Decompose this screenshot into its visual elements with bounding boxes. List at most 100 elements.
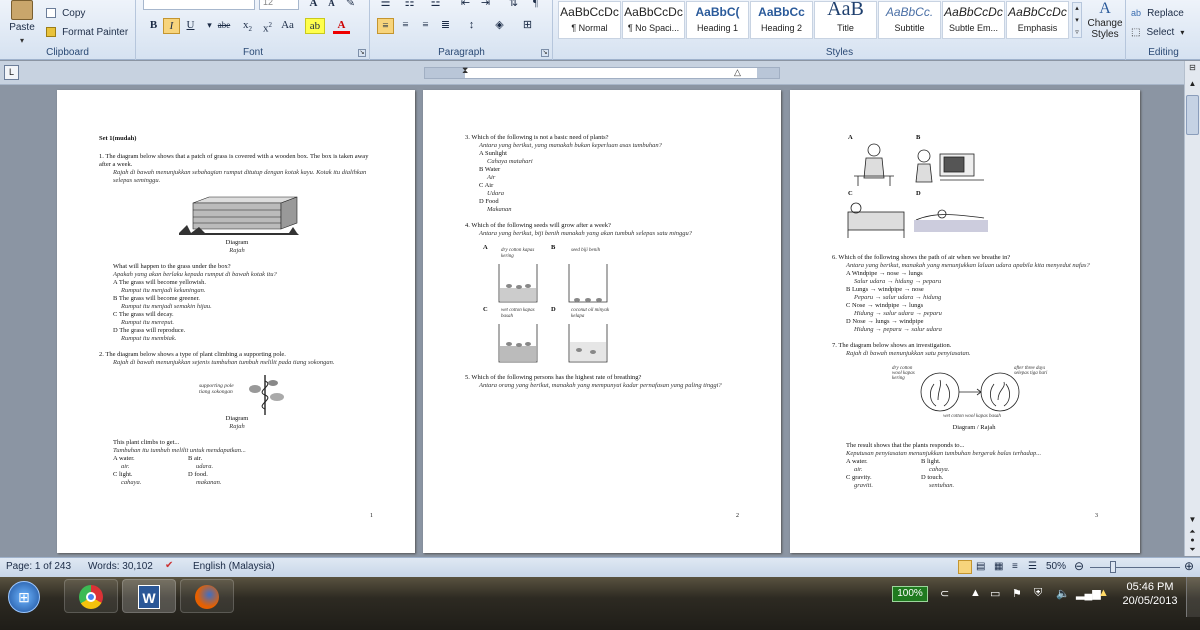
page-number: 3: [1095, 513, 1098, 519]
word-count[interactable]: Words: 30,102: [88, 561, 153, 572]
print-layout-icon[interactable]: [958, 560, 972, 574]
speaker-icon[interactable]: 🔈: [1056, 587, 1070, 600]
zoom-slider-thumb[interactable]: [1110, 561, 1116, 573]
font-size-field[interactable]: 12: [259, 0, 299, 10]
option-text: C gravity.: [846, 474, 872, 481]
zoom-slider[interactable]: [1090, 567, 1180, 568]
style-item[interactable]: AaBbC(Heading 1: [686, 1, 749, 39]
decrease-indent-icon[interactable]: ⇤: [457, 0, 474, 12]
taskbar-word[interactable]: W: [122, 579, 176, 613]
show-hidden-icons[interactable]: ▲: [970, 587, 981, 599]
shading-icon[interactable]: ◈: [491, 18, 508, 34]
scroll-down-icon[interactable]: ▼: [1186, 515, 1199, 525]
subscript-button[interactable]: x2: [239, 18, 256, 34]
shrink-font-button[interactable]: A: [323, 0, 340, 12]
network-signal-icon[interactable]: ▂▄▆: [1076, 587, 1101, 600]
align-left-icon[interactable]: ≡: [377, 18, 394, 34]
chevron-down-icon[interactable]: ▾: [4, 36, 40, 45]
battery-indicator[interactable]: 100%: [892, 586, 928, 602]
ruler-toggle-icon[interactable]: ⊟: [1186, 63, 1199, 75]
start-button[interactable]: ⊞: [8, 581, 40, 613]
numbering-icon[interactable]: ☷: [401, 0, 418, 12]
show-formatting-icon[interactable]: ¶: [527, 0, 544, 12]
bullets-icon[interactable]: ☰: [377, 0, 394, 12]
page-count[interactable]: Page: 1 of 243: [6, 561, 71, 572]
style-item[interactable]: AaBbCcDc Subtle Em...: [942, 1, 1005, 39]
underline-button[interactable]: U: [182, 18, 199, 34]
sort-icon[interactable]: ⇅: [505, 0, 522, 12]
ruler-left-margin: [425, 68, 465, 78]
style-item[interactable]: AaBbCc. Subtitle: [878, 1, 941, 39]
paste-button[interactable]: Paste ▾: [4, 0, 40, 45]
clock-date: 20/05/2013: [1122, 595, 1178, 607]
screen-icon[interactable]: ▭: [990, 587, 1000, 600]
copy-button[interactable]: Copy: [46, 6, 88, 22]
select-button[interactable]: ⬚ Select ▾: [1131, 25, 1184, 41]
italic-button[interactable]: I: [163, 18, 180, 34]
replace-button[interactable]: ab Replace: [1131, 6, 1187, 22]
justify-icon[interactable]: ≣: [437, 18, 454, 34]
language-indicator[interactable]: English (Malaysia): [193, 561, 275, 572]
document-page-1[interactable]: Set 1(mudah) 1. The diagram below shows …: [57, 90, 415, 553]
font-name-field[interactable]: [143, 0, 255, 10]
multilevel-list-icon[interactable]: ☲: [427, 0, 444, 12]
flag-icon[interactable]: ⚑: [1012, 587, 1022, 600]
taskbar-firefox[interactable]: [180, 579, 234, 613]
taskbar-chrome[interactable]: [64, 579, 118, 613]
paragraph-dialog-launcher[interactable]: ↘: [541, 49, 549, 57]
change-styles-button[interactable]: A Change Styles: [1085, 0, 1125, 44]
style-item[interactable]: AaBbCcDc ¶ No Spaci...: [622, 1, 685, 39]
show-desktop-button[interactable]: [1186, 577, 1200, 617]
previous-page-icon[interactable]: ⏶: [1186, 527, 1199, 537]
security-icon[interactable]: ⛨: [1034, 587, 1042, 600]
highlight-icon[interactable]: ab: [305, 18, 325, 34]
style-item[interactable]: AaBbCcDc Emphasis: [1006, 1, 1069, 39]
web-layout-icon[interactable]: ▦: [994, 561, 1003, 572]
font-size-value: 12: [263, 0, 274, 7]
style-item[interactable]: AaBbCc Heading 2: [750, 1, 813, 39]
horizontal-ruler[interactable]: L ⧗ △: [0, 61, 1200, 85]
vertical-scrollbar[interactable]: ⊟ ▲ ▼ ⏶ ● ⏷: [1184, 61, 1200, 556]
next-page-icon[interactable]: ⏷: [1186, 545, 1199, 555]
option-text-malay: cahaya.: [929, 466, 950, 473]
document-page-3[interactable]: A B C D 6. Which of the following shows …: [790, 90, 1140, 553]
power-icon[interactable]: ⊂: [940, 587, 949, 600]
full-screen-icon[interactable]: ▤: [976, 561, 985, 572]
gallery-scroll[interactable]: ▴ ▾ ▿: [1072, 2, 1082, 38]
borders-icon[interactable]: ⊞: [519, 18, 536, 34]
seed-beakers-image: A B C D dry cotton kapas kering seed bij…: [465, 244, 741, 368]
outline-icon[interactable]: ≡: [1012, 561, 1018, 572]
font-color-icon[interactable]: A: [333, 18, 350, 34]
align-right-icon[interactable]: ≡: [417, 18, 434, 34]
browse-object-icon[interactable]: ●: [1186, 537, 1199, 545]
proofing-icon[interactable]: ✔: [165, 560, 173, 571]
zoom-in-icon[interactable]: ⊕: [1184, 559, 1194, 573]
clock[interactable]: 05:46 PM 20/05/2013: [1120, 580, 1180, 608]
word-icon: W: [138, 585, 160, 609]
right-indent-marker-icon[interactable]: △: [734, 67, 741, 78]
style-item[interactable]: AaB Title: [814, 0, 877, 39]
style-item[interactable]: AaBbCcDc ¶ Normal: [558, 1, 621, 39]
update-icon[interactable]: ▲: [1098, 587, 1109, 599]
line-spacing-icon[interactable]: ↕: [463, 18, 480, 34]
indent-marker-icon[interactable]: ⧗: [462, 65, 468, 76]
font-dialog-launcher[interactable]: ↘: [358, 49, 366, 57]
strikethrough-button[interactable]: abe: [213, 18, 235, 34]
grow-font-button[interactable]: A: [305, 0, 322, 12]
style-name: Title: [837, 23, 854, 33]
tab-selector-icon[interactable]: L: [4, 65, 19, 80]
scroll-thumb[interactable]: [1186, 95, 1199, 135]
draft-icon[interactable]: ☰: [1028, 561, 1037, 572]
document-page-2[interactable]: 3. Which of the following is not a basic…: [423, 90, 781, 553]
superscript-button[interactable]: x2: [259, 18, 276, 35]
zoom-out-icon[interactable]: ⊖: [1074, 559, 1084, 573]
bold-button[interactable]: B: [145, 18, 162, 34]
format-painter-button[interactable]: Format Painter: [46, 25, 131, 41]
clear-format-button[interactable]: ✎: [342, 0, 359, 12]
increase-indent-icon[interactable]: ⇥: [477, 0, 494, 12]
align-center-icon[interactable]: ≡: [397, 18, 414, 34]
beaker-a-text: dry cotton kapas kering: [501, 248, 535, 259]
change-case-button[interactable]: Aa: [279, 18, 296, 34]
zoom-level[interactable]: 50%: [1046, 561, 1066, 572]
scroll-up-icon[interactable]: ▲: [1186, 79, 1199, 91]
